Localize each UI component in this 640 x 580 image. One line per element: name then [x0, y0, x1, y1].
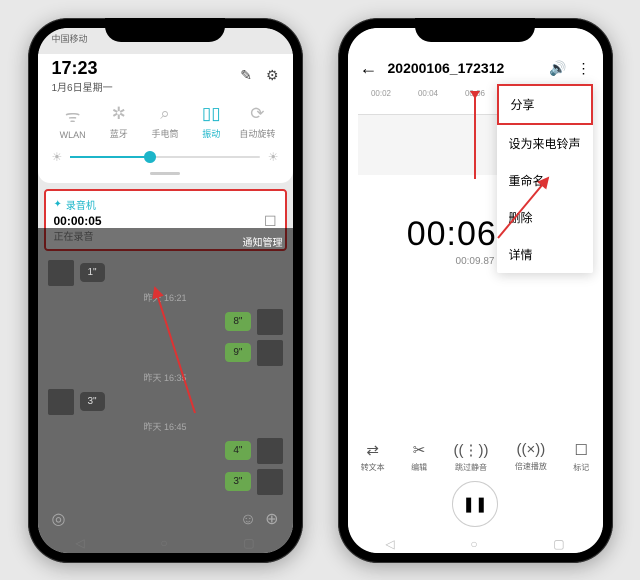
nav-recent-icon[interactable]: ▢ [553, 537, 564, 551]
notch [415, 18, 535, 42]
plus-icon[interactable]: ⊕ [265, 511, 278, 528]
bluetooth-icon: ✲ [96, 104, 142, 124]
nav-recent-icon[interactable]: ▢ [243, 536, 254, 550]
brightness-slider[interactable] [70, 156, 259, 158]
avatar [257, 340, 283, 366]
emoji-icon[interactable]: ☺ [240, 511, 256, 528]
timestamp: 昨天 16:45 [48, 420, 283, 433]
bookmark-icon: ☐ [573, 441, 589, 459]
edit-icon: ✂ [411, 441, 427, 459]
action-transcribe[interactable]: ⇄转文本 [361, 441, 385, 473]
voice-msg[interactable]: 3" [80, 392, 105, 411]
pause-button[interactable]: ❚❚ [452, 481, 498, 527]
screen-right: ← 20200106_172312 🔊 ⋮ 00:02 00:04 00:06 … [348, 28, 603, 553]
panel-time: 17:23 [52, 58, 113, 79]
action-speed[interactable]: ((×))倍速播放 [515, 441, 547, 473]
avatar [257, 469, 283, 495]
back-button[interactable]: ← [360, 58, 378, 79]
nav-back-icon[interactable]: ◁ [75, 536, 84, 550]
notch [105, 18, 225, 42]
screen-left: 中国移动 17:23 1月6日星期一 ✎ ⚙ ᯤWLAN ✲蓝牙 ⌕手电筒 [38, 28, 293, 553]
context-menu: 分享 设为来电铃声 重命名 删除 详情 [497, 84, 593, 273]
voice-msg[interactable]: 8" [225, 312, 250, 331]
toggle-autorotate[interactable]: ⟳自动旋转 [234, 104, 280, 140]
menu-rename[interactable]: 重命名 [497, 162, 593, 199]
panel-handle[interactable] [150, 172, 180, 175]
menu-share[interactable]: 分享 [497, 84, 593, 125]
record-duration: 00:00:05 [54, 214, 277, 228]
nav-home-icon[interactable]: ○ [470, 537, 477, 551]
timestamp: 昨天 16:35 [48, 371, 283, 384]
menu-delete[interactable]: 删除 [497, 199, 593, 236]
voice-msg[interactable]: 4" [225, 441, 250, 460]
voice-msg[interactable]: 9" [225, 343, 250, 362]
flashlight-icon: ⌕ [142, 104, 188, 124]
timestamp: 昨天 16:21 [48, 291, 283, 304]
avatar [257, 438, 283, 464]
chat-background: 通知管理 1" 昨天 16:21 8" 9" 昨天 16:35 3" 昨天 16… [38, 228, 293, 553]
toggle-flashlight[interactable]: ⌕手电筒 [142, 104, 188, 140]
menu-set-ringtone[interactable]: 设为来电铃声 [497, 125, 593, 162]
wifi-icon: ᯤ [50, 104, 96, 127]
action-mark[interactable]: ☐标记 [573, 441, 589, 473]
nav-home-icon[interactable]: ○ [160, 536, 167, 550]
notif-app: 录音机 [66, 197, 96, 212]
edit-icon[interactable]: ✎ [240, 67, 252, 84]
toggle-wlan[interactable]: ᯤWLAN [50, 104, 96, 140]
recording-title: 20200106_172312 [388, 60, 540, 76]
avatar [48, 260, 74, 286]
action-edit[interactable]: ✂编辑 [411, 441, 427, 473]
toggle-vibrate[interactable]: ▯▯振动 [188, 104, 234, 140]
phone-left: 中国移动 17:23 1月6日星期一 ✎ ⚙ ᯤWLAN ✲蓝牙 ⌕手电筒 [28, 18, 303, 563]
nav-back-icon[interactable]: ◁ [385, 537, 394, 551]
rotate-icon: ⟳ [234, 104, 280, 124]
notification-panel: 17:23 1月6日星期一 ✎ ⚙ ᯤWLAN ✲蓝牙 ⌕手电筒 ▯▯振动 ⟳自… [38, 54, 293, 183]
action-skip-silence[interactable]: ((⋮))跳过静音 [453, 441, 488, 473]
tick: 00:04 [418, 89, 438, 98]
transcribe-icon: ⇄ [361, 441, 385, 459]
toggle-bluetooth[interactable]: ✲蓝牙 [96, 104, 142, 140]
vibrate-icon: ▯▯ [188, 104, 234, 124]
recorder-icon: ✦ [54, 199, 62, 210]
voice-msg[interactable]: 3" [225, 472, 250, 491]
menu-details[interactable]: 详情 [497, 236, 593, 273]
brightness-high-icon: ☀ [268, 150, 279, 164]
phone-right: ← 20200106_172312 🔊 ⋮ 00:02 00:04 00:06 … [338, 18, 613, 563]
avatar [48, 389, 74, 415]
speed-icon: ((×)) [515, 441, 547, 458]
voice-msg[interactable]: 1" [80, 263, 105, 282]
tick: 00:02 [371, 89, 391, 98]
speaker-icon[interactable]: 🔊 [549, 60, 566, 77]
settings-icon[interactable]: ⚙ [266, 67, 279, 84]
skip-silence-icon: ((⋮)) [453, 441, 488, 459]
brightness-low-icon: ☀ [52, 150, 63, 164]
voice-input-icon[interactable]: ◎ [52, 509, 66, 529]
panel-date: 1月6日星期一 [52, 79, 113, 94]
avatar [257, 309, 283, 335]
more-icon[interactable]: ⋮ [577, 60, 591, 77]
notification-manage[interactable]: 通知管理 [48, 232, 283, 255]
